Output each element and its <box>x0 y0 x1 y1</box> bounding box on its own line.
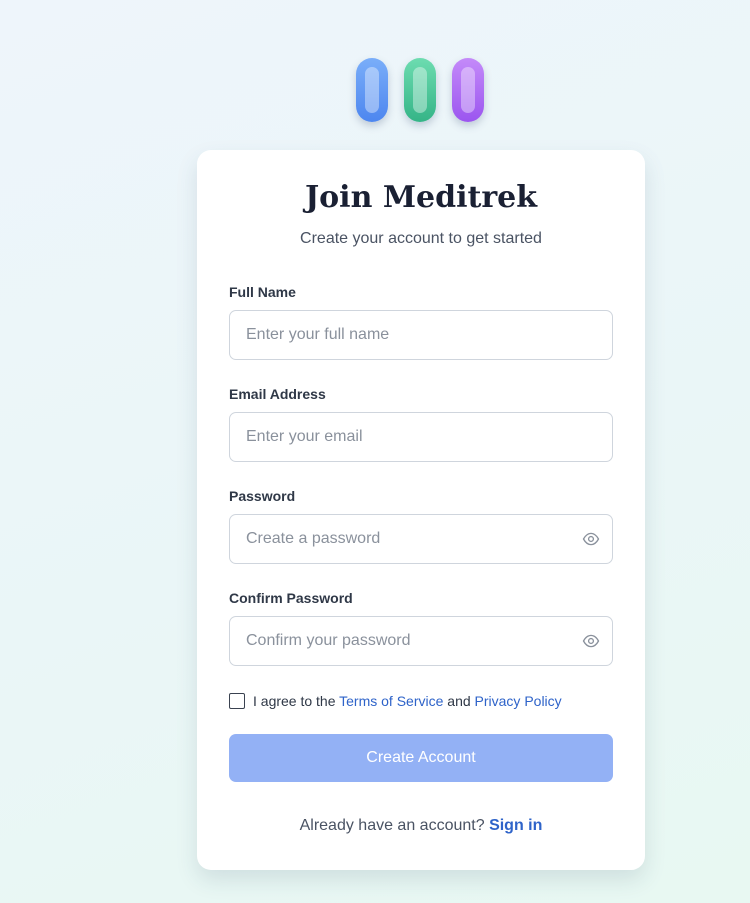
signin-prompt: Already have an account? Sign in <box>197 817 645 835</box>
password-input[interactable] <box>246 515 566 563</box>
full-name-input[interactable] <box>246 311 566 359</box>
sign-in-link[interactable]: Sign in <box>489 817 542 834</box>
eye-icon[interactable] <box>581 632 601 650</box>
signup-card: Join Meditrek Create your account to get… <box>197 150 645 870</box>
page-title: Join Meditrek <box>304 180 538 215</box>
eye-icon[interactable] <box>581 530 601 548</box>
logo-pill-green <box>404 58 436 122</box>
password-field-box <box>229 514 613 564</box>
signin-prompt-text: Already have an account? <box>299 817 490 834</box>
app-logo <box>356 58 486 124</box>
email-input[interactable] <box>246 413 566 461</box>
page-subtitle: Create your account to get started <box>300 230 542 247</box>
agree-checkbox[interactable] <box>229 693 245 709</box>
full-name-label: Full Name <box>229 284 296 300</box>
agree-text: I agree to the Terms of Service and Priv… <box>253 693 562 709</box>
create-account-button[interactable]: Create Account <box>229 734 613 782</box>
password-label: Password <box>229 488 296 504</box>
privacy-policy-link[interactable]: Privacy Policy <box>475 693 562 709</box>
agree-prefix: I agree to the <box>253 693 340 709</box>
logo-pill-blue <box>356 58 388 122</box>
email-field-box <box>229 412 613 462</box>
logo-pill-purple <box>452 58 484 122</box>
agree-middle: and <box>443 693 475 709</box>
confirm-password-field-box <box>229 616 613 666</box>
terms-of-service-link[interactable]: Terms of Service <box>339 693 443 709</box>
confirm-password-label: Confirm Password <box>229 590 353 606</box>
confirm-password-input[interactable] <box>246 617 566 665</box>
full-name-field-box <box>229 310 613 360</box>
email-label: Email Address <box>229 386 326 402</box>
